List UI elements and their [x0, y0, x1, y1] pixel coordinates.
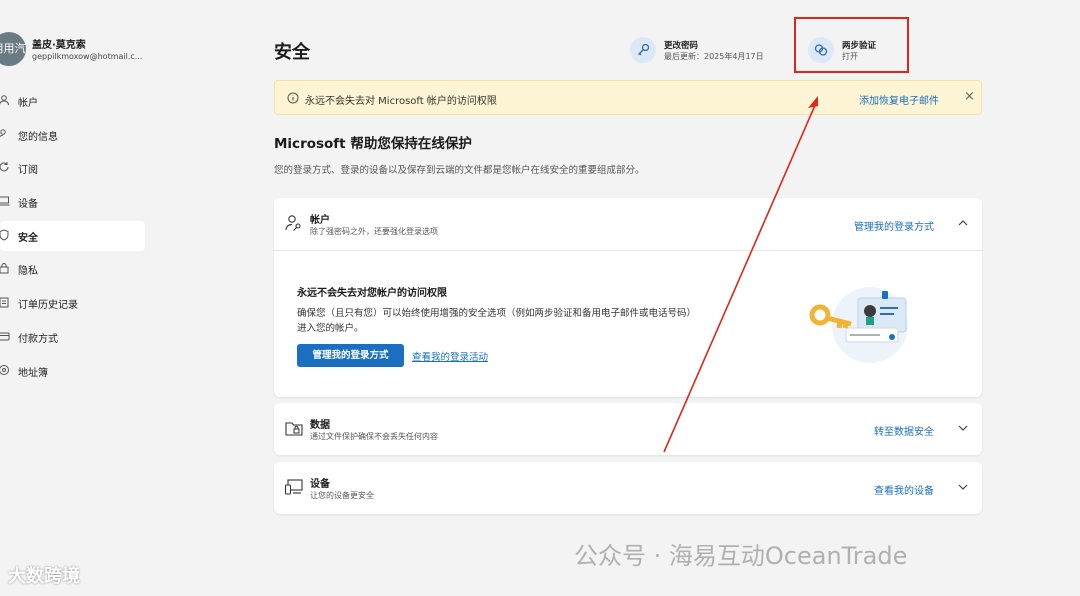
profile[interactable]: 用用汽 盖皮·莫克索 geppilkmoxow@hotmail.c... — [0, 32, 158, 72]
security-illustration — [809, 287, 908, 363]
lock-icon — [0, 263, 9, 274]
sidebar-item-subscriptions[interactable]: 订阅 — [0, 153, 145, 183]
folder-lock-icon — [285, 422, 303, 436]
data-card: 数据 通过文件保护确保不会丢失任何内容 转至数据安全 — [274, 403, 982, 455]
devices-card-header[interactable]: 设备 让您的设备更安全 查看我的设备 — [274, 462, 982, 514]
chevron-down-icon[interactable] — [956, 480, 970, 494]
sidebar-item-label: 您的信息 — [18, 131, 58, 143]
change-password-title: 更改密码 — [664, 41, 699, 51]
devices-card: 设备 让您的设备更安全 查看我的设备 — [274, 462, 982, 514]
view-devices-link[interactable]: 查看我的设备 — [874, 482, 934, 497]
change-password-link[interactable]: 更改密码 最后更新：2025年4月17日 — [630, 37, 780, 65]
key-icon — [630, 37, 656, 63]
sidebar: 用用汽 盖皮·莫克索 geppilkmoxow@hotmail.c... 帐户 … — [0, 0, 158, 596]
refresh-icon — [0, 162, 9, 172]
sidebar-item-label: 付款方式 — [18, 333, 58, 345]
laptop-icon — [0, 196, 10, 206]
add-recovery-email-link[interactable]: 添加恢复电子邮件 — [859, 92, 939, 107]
profile-email: geppilkmoxow@hotmail.c... — [32, 52, 143, 61]
sidebar-item-privacy[interactable]: 隐私 — [0, 254, 145, 284]
chevron-down-icon[interactable] — [956, 421, 970, 435]
sidebar-item-security[interactable]: 安全 — [0, 220, 145, 251]
sidebar-nav: 帐户 您的信息 订阅 设备 安全 隐私 订单历史记录 付款方式 地址簿 — [0, 86, 158, 389]
manage-sign-in-link[interactable]: 管理我的登录方式 — [854, 218, 934, 233]
account-content-body: 确保您（且只有您）可以始终使用增强的安全选项（例如两步验证和备用电子邮件或电话号… — [297, 308, 697, 334]
sidebar-item-label: 隐私 — [18, 266, 38, 278]
avatar: 用用汽 — [0, 32, 26, 66]
info-icon — [287, 92, 299, 104]
account-card-header[interactable]: 帐户 除了强密码之外，还要强化登录选项 管理我的登录方式 — [274, 198, 982, 250]
profile-name: 盖皮·莫克索 — [32, 40, 86, 51]
person-icon — [0, 95, 9, 106]
annotation-highlight-box — [794, 17, 909, 73]
location-icon — [0, 364, 9, 375]
view-sign-in-activity-link[interactable]: 查看我的登录活动 — [412, 349, 488, 363]
section-description: 您的登录方式、登录的设备以及保存到云端的文件都是您帐户在线安全的重要组成部分。 — [274, 165, 645, 176]
recovery-banner: 永远不会失去对 Microsoft 帐户的访问权限 添加恢复电子邮件 × — [274, 80, 982, 115]
section-heading: Microsoft 帮助您保持在线保护 — [274, 136, 472, 152]
manage-sign-in-button[interactable]: 管理我的登录方式 — [297, 344, 404, 367]
change-password-subtitle: 最后更新：2025年4月17日 — [664, 52, 764, 61]
shield-icon — [0, 229, 9, 241]
sidebar-item-label: 地址簿 — [18, 367, 48, 379]
devices-card-subtitle: 让您的设备更安全 — [310, 491, 374, 500]
sidebar-item-devices[interactable]: 设备 — [0, 187, 145, 217]
sidebar-item-label: 设备 — [18, 199, 38, 211]
account-content-title: 永远不会失去对您帐户的访问权限 — [297, 288, 447, 299]
account-key-icon — [285, 215, 301, 231]
card-icon — [0, 332, 10, 341]
sidebar-item-label: 帐户 — [18, 98, 38, 109]
divider — [274, 250, 982, 251]
data-card-title: 数据 — [310, 420, 330, 431]
account-card-subtitle: 除了强密码之外，还要强化登录选项 — [310, 227, 438, 236]
sidebar-item-address-book[interactable]: 地址簿 — [0, 356, 145, 386]
banner-text: 永远不会失去对 Microsoft 帐户的访问权限 — [305, 96, 497, 107]
close-icon[interactable]: × — [964, 89, 975, 104]
id-icon — [0, 128, 6, 137]
devices-card-title: 设备 — [310, 479, 330, 490]
data-card-header[interactable]: 数据 通过文件保护确保不会丢失任何内容 转至数据安全 — [274, 403, 982, 455]
account-card-title: 帐户 — [310, 215, 330, 226]
watermark-left: 大数跨境 — [8, 566, 80, 587]
sidebar-item-label: 安全 — [18, 232, 38, 244]
history-icon — [0, 297, 9, 308]
sidebar-item-account[interactable]: 帐户 — [0, 86, 145, 116]
sidebar-item-order-history[interactable]: 订单历史记录 — [0, 288, 145, 318]
sidebar-item-label: 订阅 — [18, 165, 38, 177]
page-title: 安全 — [274, 42, 310, 63]
sidebar-item-your-info[interactable]: 您的信息 — [0, 120, 145, 150]
chevron-up-icon[interactable] — [956, 216, 970, 230]
watermark-right: 公众号 · 海易互动OceanTrade — [574, 542, 908, 570]
account-card: 帐户 除了强密码之外，还要强化登录选项 管理我的登录方式 永远不会失去对您帐户的… — [274, 198, 982, 397]
devices-icon — [284, 479, 303, 495]
data-card-subtitle: 通过文件保护确保不会丢失任何内容 — [310, 432, 438, 441]
sidebar-item-payment-options[interactable]: 付款方式 — [0, 322, 145, 352]
data-security-link[interactable]: 转至数据安全 — [874, 423, 934, 438]
sidebar-item-label: 订单历史记录 — [18, 300, 78, 312]
